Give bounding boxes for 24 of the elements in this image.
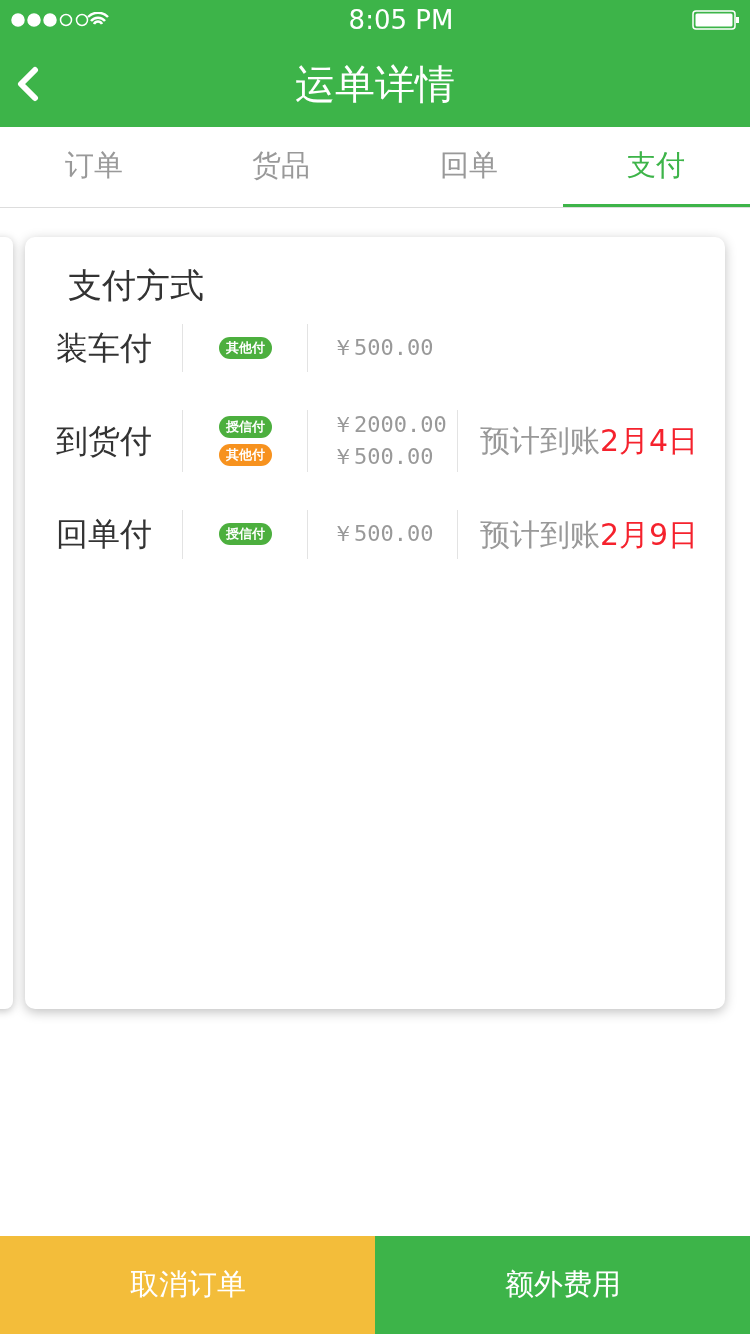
footer-button[interactable]: 额外费用 — [375, 1236, 750, 1334]
tab[interactable]: 回单 — [375, 127, 563, 207]
signal-icon — [10, 12, 110, 28]
amount: ￥500.00 — [332, 443, 435, 470]
payment-stage: 装车付 — [54, 327, 153, 369]
arrival-estimate: 预计到账2月4日 — [480, 422, 699, 461]
card-title: 支付方式 — [68, 265, 205, 306]
amount: ￥500.00 — [332, 521, 435, 548]
payment-stage: 回单付 — [54, 514, 153, 556]
tab[interactable]: 订单 — [0, 127, 188, 207]
tab[interactable]: 货品 — [187, 127, 375, 207]
amount: ￥500.00 — [332, 334, 435, 361]
payment-stage: 到货付 — [54, 420, 153, 462]
footer-button[interactable]: 取消订单 — [0, 1236, 375, 1334]
payment-tag: 其他付 — [218, 336, 272, 359]
battery-icon — [692, 10, 740, 30]
page-title: 运单详情 — [295, 59, 455, 108]
amount: ￥2000.00 — [332, 411, 448, 438]
payment-tag: 授信付 — [218, 415, 272, 438]
status-time: 8:05 PM — [348, 3, 454, 37]
tab[interactable]: 支付 — [562, 127, 750, 207]
arrival-estimate: 预计到账2月9日 — [480, 515, 699, 554]
payment-tag: 授信付 — [218, 523, 272, 546]
payment-tag: 其他付 — [218, 443, 272, 466]
